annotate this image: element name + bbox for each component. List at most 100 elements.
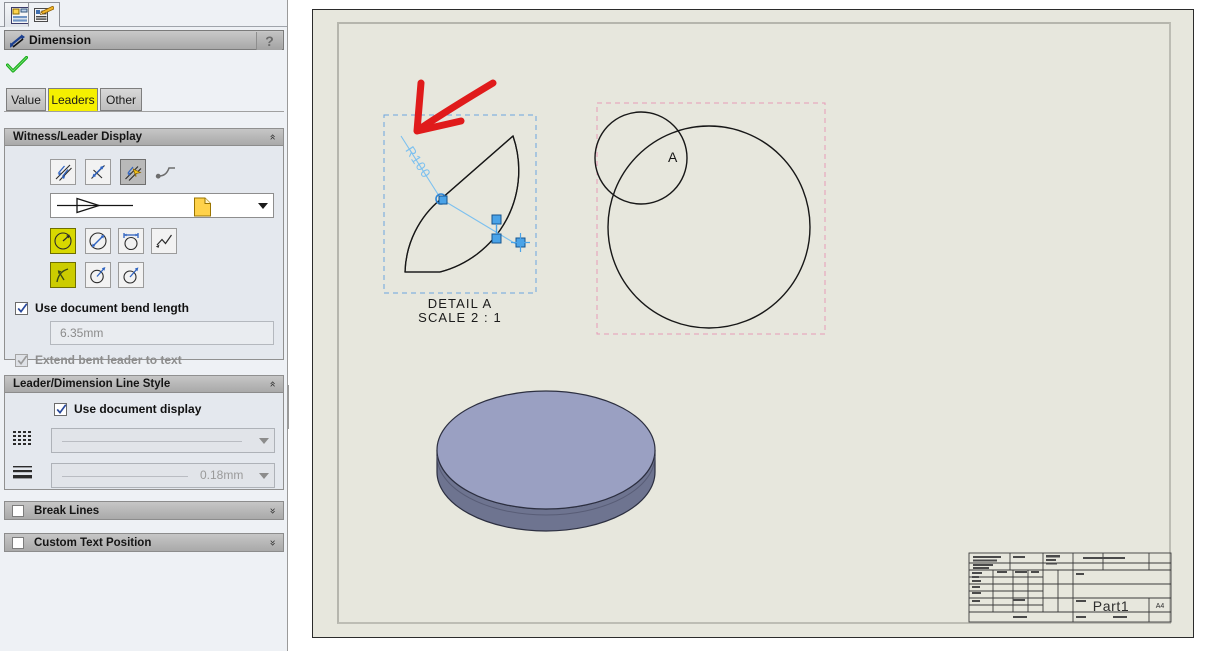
feature-tree-icon [11, 7, 29, 24]
solidworks-window: Dimension ? Value Leaders Other Witness/… [0, 0, 1205, 651]
leader-dimension-line-style-group: Leader/Dimension Line Style « Use docume… [4, 375, 284, 490]
witness-outside-icon [53, 162, 73, 182]
panel-tab-strip [0, 0, 287, 27]
selection-handle [492, 215, 501, 224]
drawing-sheet[interactable]: R100 DETAIL A SCALE 2 : 1 [312, 9, 1194, 638]
extend-bent-leader-checkbox[interactable]: Extend bent leader to text [15, 353, 182, 367]
part-name-text: Part1 [1093, 598, 1129, 614]
title-block [969, 553, 1171, 622]
red-arrow-annotation [417, 83, 493, 131]
line-style-combo-arrow[interactable] [254, 429, 274, 452]
dimension-icon [9, 33, 26, 54]
selection-handle [439, 196, 447, 204]
main-view: A [595, 103, 825, 334]
extend-bent-leader-label: Extend bent leader to text [35, 353, 182, 367]
green-check-icon[interactable] [6, 61, 28, 78]
radius-foreshortened-icon [88, 265, 108, 285]
property-manager-panel: Dimension ? Value Leaders Other Witness/… [0, 0, 288, 651]
use-document-display-label: Use document display [74, 402, 201, 416]
tab-value[interactable]: Value [6, 88, 46, 111]
main-circle [608, 126, 810, 328]
line-thickness-value: 0.18mm [200, 468, 243, 482]
graphics-area[interactable]: R100 DETAIL A SCALE 2 : 1 [289, 0, 1205, 651]
line-thickness-combo-arrow[interactable] [254, 464, 274, 487]
expand-chevron-icon[interactable]: » [267, 540, 279, 547]
zigzag-leader-icon [154, 231, 174, 251]
dimension-tabs: Value Leaders Other [4, 88, 284, 112]
witness-leader-display-group: Witness/Leader Display « [4, 128, 284, 360]
use-document-display-checkbox[interactable]: Use document display [54, 402, 201, 416]
disc-model [437, 391, 655, 531]
property-manager-icon [34, 6, 54, 23]
disc-top [437, 391, 655, 509]
checkbox-box [54, 403, 67, 416]
view-crop-boundary [597, 103, 825, 334]
witness-inside-icon [88, 162, 108, 182]
drawing-content: R100 DETAIL A SCALE 2 : 1 [313, 10, 1195, 639]
use-document-bend-length-checkbox[interactable]: Use document bend length [15, 301, 189, 315]
radius-foreshortened-alt-button[interactable] [118, 262, 144, 288]
bent-leader-style-icon [53, 265, 73, 285]
line-style-combo[interactable] [51, 428, 275, 453]
expand-chevron-icon[interactable]: » [267, 508, 279, 515]
confirm-row [6, 56, 276, 76]
checkbox-box [15, 302, 28, 315]
bent-leader-style-button[interactable] [50, 262, 76, 288]
witness-leader-display-body: Use document bend length 6.35mm Extend b… [5, 146, 283, 359]
detail-view-a: R100 DETAIL A SCALE 2 : 1 [384, 115, 536, 325]
detail-label-line2: SCALE 2 : 1 [418, 310, 502, 325]
leader-dimension-line-style-header[interactable]: Leader/Dimension Line Style « [5, 376, 283, 393]
arrow-style-combo-arrow[interactable] [253, 194, 273, 217]
group-title: Witness/Leader Display [13, 131, 142, 143]
smart-witness-icon [123, 162, 143, 182]
selection-handle [492, 234, 501, 243]
detail-circle-label: A [668, 149, 678, 165]
checkbox-box [15, 354, 28, 367]
custom-text-position-label: Custom Text Position [34, 537, 151, 549]
line-thickness-icon [13, 465, 32, 486]
radius-dimension-text: R100 [402, 143, 434, 181]
crosshair-handle [511, 233, 530, 252]
custom-text-position-group-header[interactable]: Custom Text Position » [4, 533, 284, 552]
use-document-bend-length-label: Use document bend length [35, 301, 189, 315]
break-lines-checkbox[interactable] [12, 505, 24, 517]
break-lines-label: Break Lines [34, 505, 99, 517]
detail-label-line1: DETAIL A [428, 296, 492, 311]
collapse-chevron-icon[interactable]: « [267, 134, 279, 141]
line-style-preview [62, 441, 242, 442]
radius-leader-button[interactable] [50, 228, 76, 254]
bent-leader-icon[interactable] [153, 159, 179, 185]
open-arrow-style-icon [55, 196, 150, 215]
dashed-line-style-icon [13, 430, 32, 452]
sheet-size-text: A4 [1156, 603, 1165, 610]
diameter-leader-icon [88, 231, 108, 251]
property-manager-title-bar: Dimension ? [4, 30, 284, 50]
radius-foreshortened-button[interactable] [85, 262, 111, 288]
bent-leader-glyph-icon [155, 162, 177, 182]
linear-diameter-button[interactable] [118, 228, 144, 254]
radius-leader-icon [53, 231, 73, 251]
leader-dimension-line-style-body: Use document display [5, 393, 283, 489]
zigzag-leader-button[interactable] [151, 228, 177, 254]
help-button[interactable]: ? [256, 32, 282, 50]
thickness-preview [62, 476, 188, 477]
radius-foreshortened-alt-icon [121, 265, 141, 285]
yellow-document-icon [193, 197, 212, 222]
line-thickness-combo[interactable]: 0.18mm [51, 463, 275, 488]
page-title: Dimension [29, 33, 91, 47]
outside-witness-button[interactable] [50, 159, 76, 185]
tab-leaders[interactable]: Leaders [48, 88, 98, 111]
smart-witness-button[interactable] [120, 159, 146, 185]
inside-witness-button[interactable] [85, 159, 111, 185]
tab-other[interactable]: Other [100, 88, 142, 111]
arrow-style-combo[interactable] [50, 193, 274, 218]
property-manager-tab[interactable] [28, 2, 60, 27]
custom-text-position-checkbox[interactable] [12, 537, 24, 549]
collapse-chevron-icon[interactable]: « [267, 381, 279, 388]
break-lines-group-header[interactable]: Break Lines » [4, 501, 284, 520]
group-title: Leader/Dimension Line Style [13, 378, 170, 390]
witness-leader-display-header[interactable]: Witness/Leader Display « [5, 129, 283, 146]
bend-length-input[interactable]: 6.35mm [50, 321, 274, 345]
linear-diameter-icon [121, 231, 141, 251]
diameter-leader-button[interactable] [85, 228, 111, 254]
